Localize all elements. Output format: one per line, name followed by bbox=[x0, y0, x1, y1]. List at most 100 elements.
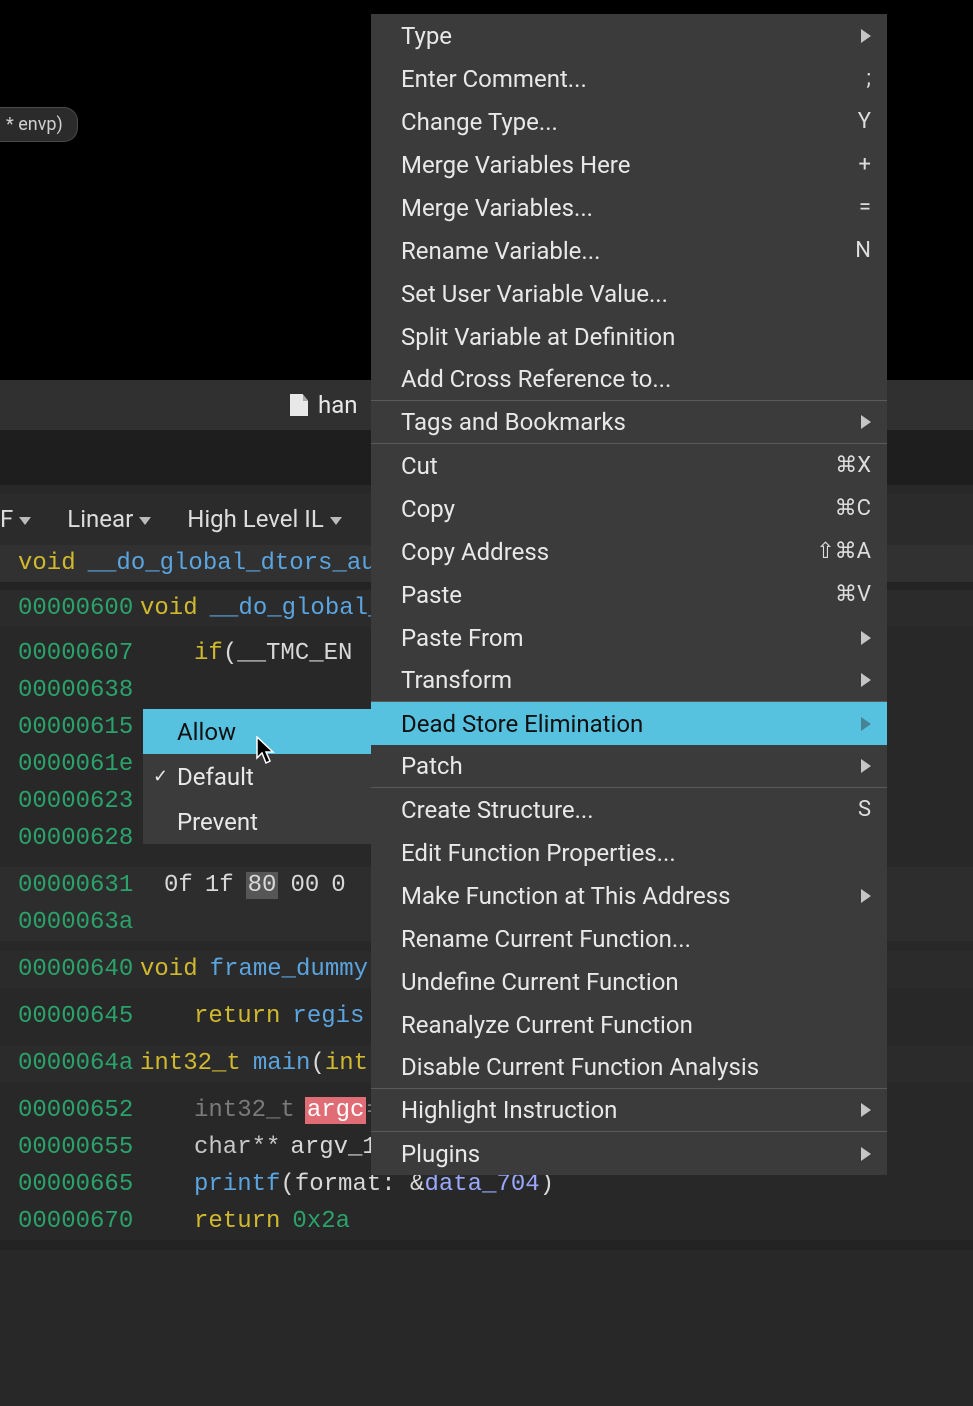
address: 00000600 bbox=[0, 595, 140, 622]
menu-item-plugins[interactable]: Plugins bbox=[371, 1132, 887, 1175]
menu-item-label: Copy Address bbox=[401, 538, 549, 566]
chevron-right-icon bbox=[861, 717, 871, 731]
menu-item-shortcut: ⌘V bbox=[811, 582, 871, 607]
menu-item-transform[interactable]: Transform bbox=[371, 659, 887, 702]
hex-byte: 1f bbox=[205, 872, 234, 899]
token-colon: : & bbox=[381, 1171, 424, 1198]
address: 0000063a bbox=[0, 909, 140, 936]
menu-item-reanalyze-current-function[interactable]: Reanalyze Current Function bbox=[371, 1003, 887, 1046]
chevron-right-icon bbox=[861, 759, 871, 773]
menu-item-shortcut: ; bbox=[811, 66, 871, 91]
address: 00000645 bbox=[0, 1003, 140, 1030]
menu-item-label: Rename Variable... bbox=[401, 237, 600, 265]
address: 00000607 bbox=[0, 640, 140, 667]
code-row[interactable]: 00000670 return 0x2a bbox=[0, 1203, 973, 1240]
submenu-item-default[interactable]: ✓ Default bbox=[143, 754, 372, 799]
token-number: 0x2a bbox=[292, 1208, 350, 1235]
token-type: int32_t bbox=[140, 1050, 241, 1077]
check-icon: ✓ bbox=[153, 766, 168, 787]
view-left-dropdown[interactable]: F bbox=[0, 501, 39, 537]
menu-item-copy-address[interactable]: Copy Address ⇧⌘A bbox=[371, 530, 887, 573]
menu-item-label: Tags and Bookmarks bbox=[401, 408, 626, 436]
menu-item-enter-comment[interactable]: Enter Comment...; bbox=[371, 57, 887, 100]
menu-item-tags-and-bookmarks[interactable]: Tags and Bookmarks bbox=[371, 401, 887, 444]
address: 0000064a bbox=[0, 1050, 140, 1077]
submenu-item-prevent[interactable]: Prevent bbox=[143, 799, 372, 844]
hex-byte: 00 bbox=[290, 872, 319, 899]
param-chip[interactable]: * envp) bbox=[0, 107, 78, 142]
menu-item-label: Change Type... bbox=[401, 108, 558, 136]
token-data-ref: data_704 bbox=[424, 1171, 539, 1198]
menu-item-label: Rename Current Function... bbox=[401, 925, 691, 953]
menu-item-shortcut: S bbox=[811, 797, 871, 822]
menu-item-label: Edit Function Properties... bbox=[401, 839, 676, 867]
menu-item-label: Add Cross Reference to... bbox=[401, 365, 671, 393]
menu-item-rename-variable[interactable]: Rename Variable... N bbox=[371, 229, 887, 272]
menu-item-label: Set User Variable Value... bbox=[401, 280, 668, 308]
token-arg-name: format bbox=[295, 1171, 381, 1198]
submenu-item-allow[interactable]: Allow bbox=[143, 709, 372, 754]
menu-item-label: Merge Variables... bbox=[401, 194, 593, 222]
token-function: main bbox=[253, 1050, 311, 1077]
view-mode-dropdown[interactable]: Linear bbox=[59, 501, 159, 537]
menu-item-paste[interactable]: Paste⌘V bbox=[371, 573, 887, 616]
menu-item-undefine-current-function[interactable]: Undefine Current Function bbox=[371, 960, 887, 1003]
token-highlighted: argc bbox=[305, 1097, 367, 1124]
menu-item-change-type[interactable]: Change Type... Y bbox=[371, 100, 887, 143]
menu-item-rename-current-function[interactable]: Rename Current Function... bbox=[371, 917, 887, 960]
menu-item-highlight-instruction[interactable]: Highlight Instruction bbox=[371, 1089, 887, 1132]
menu-item-set-user-variable-value[interactable]: Set User Variable Value... bbox=[371, 272, 887, 315]
menu-item-label: Paste From bbox=[401, 624, 524, 652]
menu-item-shortcut: ⇧⌘A bbox=[811, 539, 871, 564]
il-level-dropdown[interactable]: High Level IL bbox=[179, 501, 350, 537]
token-type: char** bbox=[194, 1134, 280, 1161]
menu-item-copy[interactable]: Copy⌘C bbox=[371, 487, 887, 530]
menu-item-make-function-at-this-address[interactable]: Make Function at This Address bbox=[371, 874, 887, 917]
address: 00000655 bbox=[0, 1134, 140, 1161]
menu-item-label: Reanalyze Current Function bbox=[401, 1011, 693, 1039]
view-mode-label: Linear bbox=[67, 505, 133, 533]
menu-item-label: Disable Current Function Analysis bbox=[401, 1053, 759, 1081]
menu-item-type[interactable]: Type bbox=[371, 14, 887, 57]
menu-item-shortcut: Y bbox=[811, 109, 871, 134]
menu-item-patch[interactable]: Patch bbox=[371, 745, 887, 788]
address: 00000628 bbox=[0, 825, 140, 852]
menu-item-merge-variables[interactable]: Merge Variables...= bbox=[371, 186, 887, 229]
menu-item-cut[interactable]: Cut⌘X bbox=[371, 444, 887, 487]
menu-item-dead-store-elimination[interactable]: Dead Store Elimination bbox=[371, 702, 887, 745]
token-paren: ( bbox=[310, 1050, 324, 1077]
menu-item-label: Undefine Current Function bbox=[401, 968, 679, 996]
token-paren: ( bbox=[280, 1171, 294, 1198]
il-level-label: High Level IL bbox=[187, 505, 324, 533]
menu-item-label: Patch bbox=[401, 752, 463, 780]
address: 00000638 bbox=[0, 677, 140, 704]
menu-item-merge-variables-here[interactable]: Merge Variables Here+ bbox=[371, 143, 887, 186]
address: 00000652 bbox=[0, 1097, 140, 1124]
menu-item-shortcut: ⌘X bbox=[811, 453, 871, 478]
context-menu: Type Enter Comment...; Change Type... Y Merg… bbox=[371, 14, 887, 1175]
submenu-item-label: Prevent bbox=[177, 808, 258, 836]
token-keyword: return bbox=[194, 1003, 280, 1030]
token-keyword: void bbox=[140, 595, 198, 622]
menu-item-shortcut: N bbox=[811, 238, 871, 263]
menu-item-label: Type bbox=[401, 22, 452, 50]
menu-item-edit-function-properties[interactable]: Edit Function Properties... bbox=[371, 831, 887, 874]
file-tab-label[interactable]: han bbox=[318, 391, 358, 419]
chevron-right-icon bbox=[861, 631, 871, 645]
menu-item-paste-from[interactable]: Paste From bbox=[371, 616, 887, 659]
token-type: int bbox=[325, 1050, 368, 1077]
token-keyword: void bbox=[140, 956, 198, 983]
menu-item-create-structure[interactable]: Create Structure...S bbox=[371, 788, 887, 831]
menu-item-label: Merge Variables Here bbox=[401, 151, 630, 179]
hex-byte-selected: 80 bbox=[246, 872, 279, 899]
dead-store-submenu: Allow ✓ Default Prevent bbox=[143, 709, 372, 844]
menu-item-split-variable-at-definition[interactable]: Split Variable at Definition bbox=[371, 315, 887, 358]
menu-item-add-cross-reference-to[interactable]: Add Cross Reference to... bbox=[371, 358, 887, 401]
menu-item-label: Plugins bbox=[401, 1140, 480, 1168]
submenu-item-label: Default bbox=[177, 763, 254, 791]
token-identifier: __TMC_EN bbox=[237, 640, 352, 667]
token-paren: ( bbox=[223, 640, 237, 667]
menu-item-label: Split Variable at Definition bbox=[401, 323, 675, 351]
menu-item-disable-current-function-analysis[interactable]: Disable Current Function Analysis bbox=[371, 1046, 887, 1089]
chevron-right-icon bbox=[861, 673, 871, 687]
